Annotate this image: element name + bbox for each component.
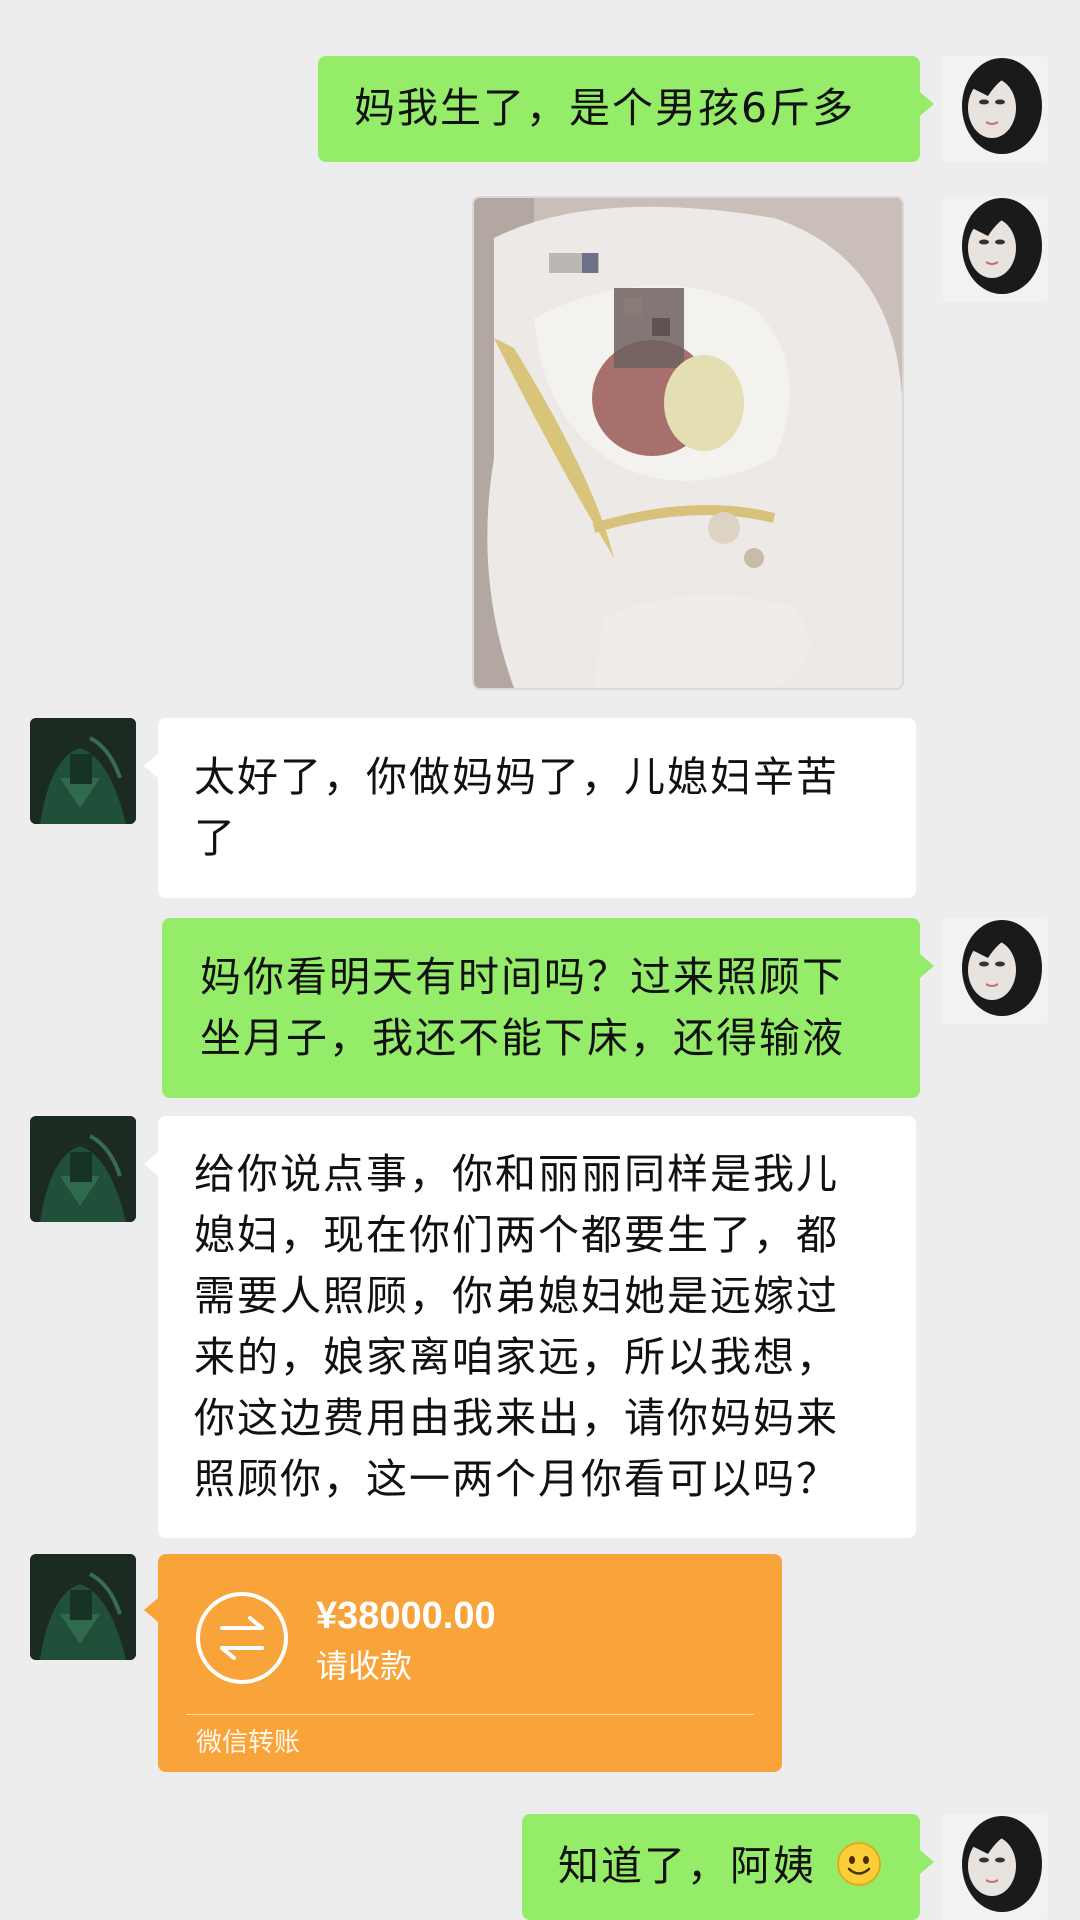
message-text-line: 来的，娘家离咱家远，所以我想，	[194, 1333, 839, 1381]
transfer-arrows-icon	[196, 1592, 288, 1684]
message-bubble-self[interactable]: 妈我生了，是个男孩6斤多	[318, 56, 934, 162]
other-avatar[interactable]	[30, 1116, 136, 1222]
transfer-footer: 微信转账	[196, 1728, 301, 1758]
message-text-line: 妈你看明天有时间吗？过来照顾下	[200, 953, 845, 1001]
message-text-line: 太好了，你做妈妈了，儿媳妇辛苦	[194, 753, 839, 801]
transfer-note: 请收款	[316, 1647, 413, 1685]
self-avatar[interactable]	[942, 196, 1048, 302]
message-bubble-other[interactable]: 太好了，你做妈妈了，儿媳妇辛苦 了	[144, 718, 916, 898]
chat-window: 妈我生了，是个男孩6斤多 太好了，你做妈妈了，儿媳妇辛苦 了 妈你看明天有时间吗…	[0, 0, 1080, 1920]
message-text: 妈我生了，是个男孩6斤多	[354, 84, 856, 132]
other-avatar[interactable]	[30, 718, 136, 824]
self-avatar[interactable]	[942, 56, 1048, 162]
self-avatar[interactable]	[942, 1814, 1048, 1920]
message-bubble-other[interactable]: 给你说点事，你和丽丽同样是我儿 媳妇，现在你们两个都要生了，都 需要人照顾，你弟…	[144, 1116, 916, 1538]
self-avatar[interactable]	[942, 918, 1048, 1024]
message-text-line: 给你说点事，你和丽丽同样是我儿	[194, 1150, 839, 1198]
message-text-line: 照顾你，这一两个月你看可以吗？	[194, 1455, 839, 1503]
transfer-amount: ¥38000.00	[316, 1595, 496, 1637]
message-text-line: 需要人照顾，你弟媳妇她是远嫁过	[194, 1272, 839, 1320]
transfer-divider	[186, 1714, 754, 1715]
transfer-card[interactable]: ¥38000.00 请收款 微信转账	[144, 1554, 782, 1772]
message-text-line: 坐月子，我还不能下床，还得输液	[200, 1014, 845, 1062]
newborn-photo[interactable]	[472, 196, 904, 690]
smile-emoji-icon	[835, 1840, 883, 1905]
message-text-line: 媳妇，现在你们两个都要生了，都	[194, 1211, 839, 1259]
message-text: 知道了，阿姨	[558, 1842, 816, 1890]
message-text-line: 你这边费用由我来出，请你妈妈来	[194, 1394, 839, 1442]
message-bubble-self[interactable]: 知道了，阿姨	[522, 1814, 934, 1920]
message-text-line: 了	[194, 814, 237, 862]
message-bubble-self[interactable]: 妈你看明天有时间吗？过来照顾下 坐月子，我还不能下床，还得输液	[162, 918, 934, 1098]
other-avatar[interactable]	[30, 1554, 136, 1660]
